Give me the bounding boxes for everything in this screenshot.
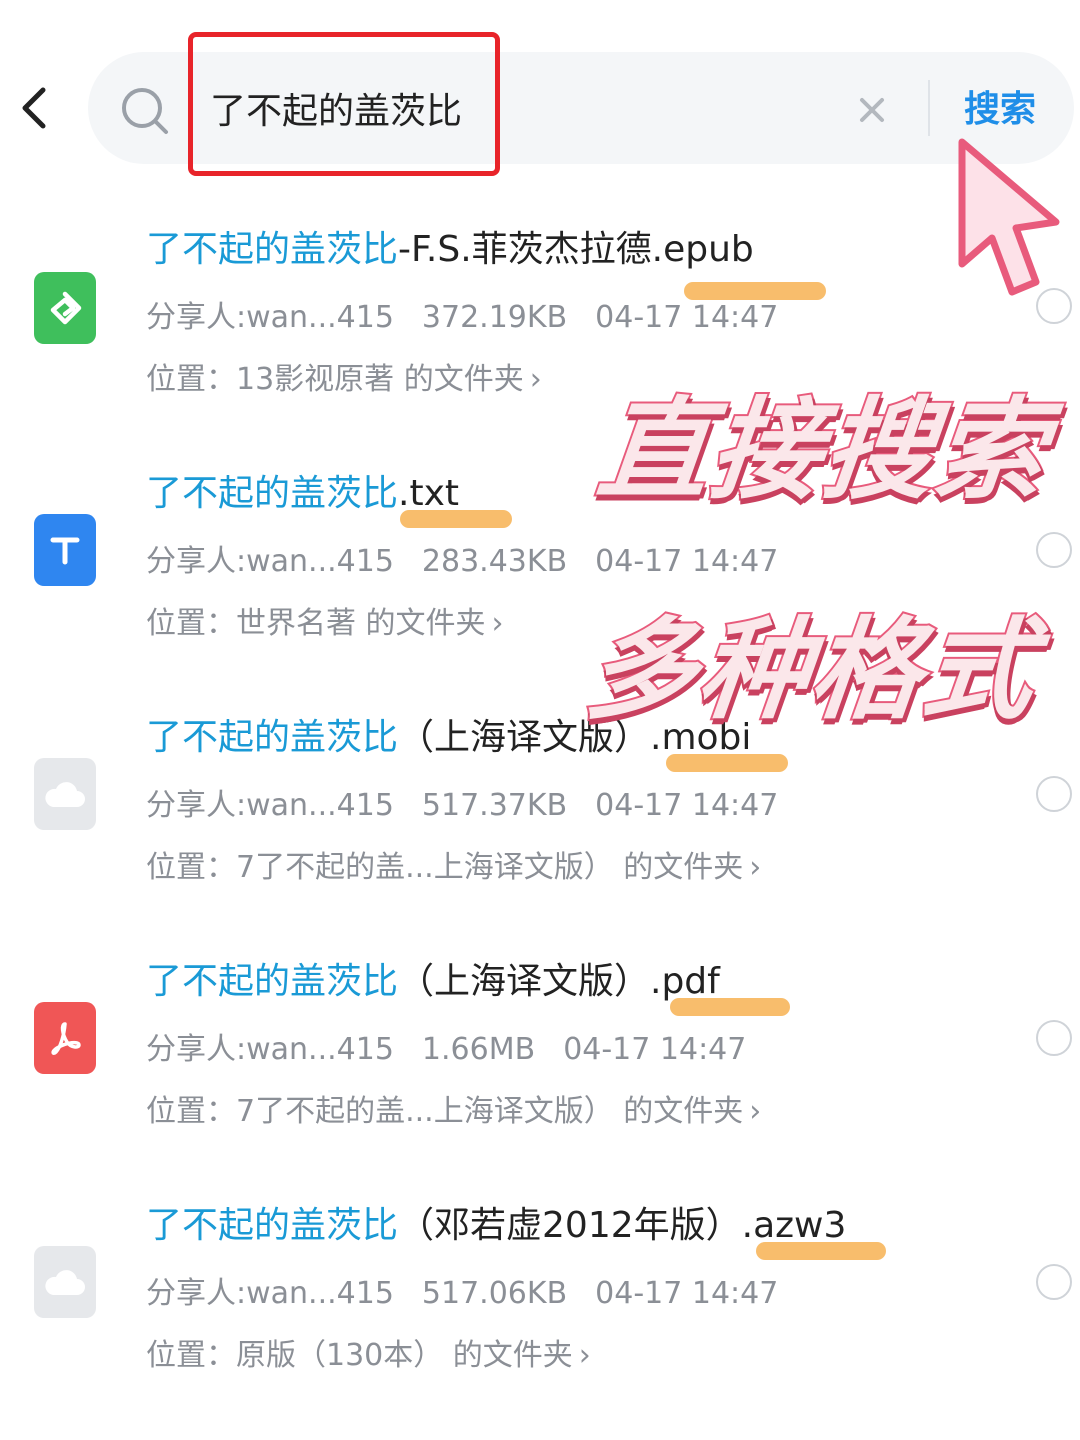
epub-icon (34, 272, 96, 344)
file-title-keyword: 了不起的盖茨比 (146, 1205, 399, 1246)
annotation-sticker-direct-search: 直接搜索 (590, 384, 1055, 516)
format-underline (666, 754, 788, 772)
file-location: 位置：世界名著 的文件夹 (146, 606, 486, 641)
file-size: 283.43KB (421, 544, 568, 579)
file-title: 了不起的盖茨比（邓若虚2012年版）.azw3 (146, 1196, 846, 1248)
chevron-left-icon (22, 87, 46, 129)
select-radio[interactable] (1036, 1020, 1072, 1056)
chevron-right-icon: › (578, 1338, 591, 1373)
txt-icon (34, 514, 96, 586)
file-title-rest: .txt (398, 473, 459, 514)
file-title-rest: （上海译文版）.pdf (398, 961, 720, 1002)
file-title: 了不起的盖茨比.txt (146, 464, 459, 516)
file-sharer: 分享人:wan...415 (146, 300, 394, 335)
file-title: 了不起的盖茨比（上海译文版）.pdf (146, 952, 720, 1004)
file-location-link[interactable]: 位置：7了不起的盖...上海译文版） 的文件夹 › (146, 1086, 761, 1130)
select-radio[interactable] (1036, 288, 1072, 324)
chevron-right-icon: › (749, 1094, 762, 1129)
file-time: 04-17 14:47 (595, 544, 779, 579)
file-location-link[interactable]: 位置：13影视原著 的文件夹 › (146, 354, 542, 398)
file-time: 04-17 14:47 (595, 1276, 779, 1311)
clear-search-button[interactable] (850, 86, 894, 134)
file-meta: 分享人:wan...415 1.66MB 04-17 14:47 (146, 1024, 774, 1068)
pdf-icon (34, 1002, 96, 1074)
file-title-keyword: 了不起的盖茨比 (146, 473, 399, 514)
file-location: 位置：13影视原著 的文件夹 (146, 362, 524, 397)
file-size: 1.66MB (421, 1032, 536, 1067)
file-size: 517.06KB (421, 1276, 568, 1311)
file-title: 了不起的盖茨比-F.S.菲茨杰拉德.epub (146, 220, 754, 272)
select-radio[interactable] (1036, 1264, 1072, 1300)
search-divider (928, 80, 930, 136)
file-size: 372.19KB (421, 300, 568, 335)
file-location: 位置：原版（130本） 的文件夹 (146, 1338, 573, 1373)
file-sharer: 分享人:wan...415 (146, 544, 394, 579)
file-meta: 分享人:wan...415 372.19KB 04-17 14:47 (146, 292, 806, 336)
file-title-rest: （邓若虚2012年版）.azw3 (398, 1205, 847, 1246)
file-location-link[interactable]: 位置：原版（130本） 的文件夹 › (146, 1330, 591, 1374)
file-time: 04-17 14:47 (595, 300, 779, 335)
file-item[interactable]: 了不起的盖茨比（上海译文版）.pdf 分享人:wan...415 1.66MB 04… (0, 940, 1080, 1140)
annotation-sticker-multi-format: 多种格式 (578, 604, 1043, 736)
file-meta: 分享人:wan...415 517.37KB 04-17 14:47 (146, 780, 806, 824)
format-underline (756, 1242, 886, 1260)
file-title-rest: -F.S.菲茨杰拉德.epub (398, 229, 754, 270)
close-icon (860, 98, 884, 122)
file-location-link[interactable]: 位置：7了不起的盖...上海译文版） 的文件夹 › (146, 842, 761, 886)
file-time: 04-17 14:47 (563, 1032, 747, 1067)
search-header: 搜索 (0, 0, 1080, 200)
file-title-keyword: 了不起的盖茨比 (146, 961, 399, 1002)
back-button[interactable] (12, 80, 56, 136)
chevron-right-icon: › (491, 606, 504, 641)
search-input[interactable] (210, 78, 500, 138)
format-underline (670, 998, 790, 1016)
cloud-file-icon (34, 1246, 96, 1318)
file-sharer: 分享人:wan...415 (146, 1276, 394, 1311)
search-icon (122, 88, 168, 134)
search-button[interactable]: 搜索 (950, 80, 1050, 140)
file-sharer: 分享人:wan...415 (146, 788, 394, 823)
chevron-right-icon: › (749, 850, 762, 885)
select-radio[interactable] (1036, 532, 1072, 568)
file-meta: 分享人:wan...415 517.06KB 04-17 14:47 (146, 1268, 806, 1312)
select-radio[interactable] (1036, 776, 1072, 812)
file-location: 位置：7了不起的盖...上海译文版） 的文件夹 (146, 1094, 744, 1129)
file-meta: 分享人:wan...415 283.43KB 04-17 14:47 (146, 536, 806, 580)
file-title-keyword: 了不起的盖茨比 (146, 229, 399, 270)
file-title-keyword: 了不起的盖茨比 (146, 717, 399, 758)
cloud-file-icon (34, 758, 96, 830)
chevron-right-icon: › (529, 362, 542, 397)
file-location-link[interactable]: 位置：世界名著 的文件夹 › (146, 598, 504, 642)
file-item[interactable]: 了不起的盖茨比（邓若虚2012年版）.azw3 分享人:wan...415 517… (0, 1184, 1080, 1384)
file-sharer: 分享人:wan...415 (146, 1032, 394, 1067)
file-location: 位置：7了不起的盖...上海译文版） 的文件夹 (146, 850, 744, 885)
file-size: 517.37KB (421, 788, 568, 823)
file-time: 04-17 14:47 (595, 788, 779, 823)
format-underline (400, 510, 512, 528)
